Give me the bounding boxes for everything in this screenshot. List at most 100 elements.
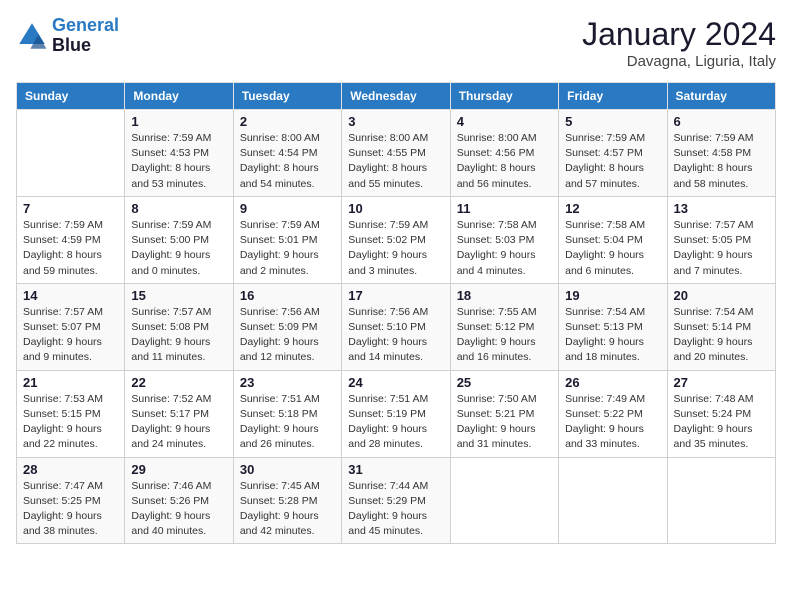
column-header-saturday: Saturday <box>667 83 775 110</box>
calendar-cell: 30 Sunrise: 7:45 AM Sunset: 5:28 PM Dayli… <box>233 457 341 544</box>
day-number: 4 <box>457 114 552 129</box>
day-info: Sunrise: 7:44 AM Sunset: 5:29 PM Dayligh… <box>348 479 443 540</box>
day-info: Sunrise: 7:59 AM Sunset: 4:59 PM Dayligh… <box>23 218 118 279</box>
day-number: 28 <box>23 462 118 477</box>
day-number: 12 <box>565 201 660 216</box>
calendar-cell: 10 Sunrise: 7:59 AM Sunset: 5:02 PM Dayli… <box>342 196 450 283</box>
calendar-cell: 23Sunrise: 7:51 AM Sunset: 5:18 PM Dayli… <box>233 370 341 457</box>
title-block: January 2024 Davagna, Liguria, Italy <box>582 16 776 70</box>
day-number: 16 <box>240 288 335 303</box>
day-number: 13 <box>674 201 769 216</box>
day-info: Sunrise: 7:59 AM Sunset: 5:01 PM Dayligh… <box>240 218 335 279</box>
week-row-0: 1Sunrise: 7:59 AM Sunset: 4:53 PM Daylig… <box>17 110 776 197</box>
day-number: 7 <box>23 201 118 216</box>
day-number: 17 <box>348 288 443 303</box>
calendar-cell: 18Sunrise: 7:55 AM Sunset: 5:12 PM Dayli… <box>450 283 558 370</box>
day-info: Sunrise: 7:48 AM Sunset: 5:24 PM Dayligh… <box>674 392 769 453</box>
header-row: SundayMondayTuesdayWednesdayThursdayFrid… <box>17 83 776 110</box>
day-info: Sunrise: 7:59 AM Sunset: 5:02 PM Dayligh… <box>348 218 443 279</box>
calendar-cell: 14Sunrise: 7:57 AM Sunset: 5:07 PM Dayli… <box>17 283 125 370</box>
day-info: Sunrise: 7:58 AM Sunset: 5:03 PM Dayligh… <box>457 218 552 279</box>
calendar-cell <box>450 457 558 544</box>
day-number: 30 <box>240 462 335 477</box>
day-number: 3 <box>348 114 443 129</box>
calendar-cell <box>559 457 667 544</box>
day-info: Sunrise: 7:59 AM Sunset: 4:57 PM Dayligh… <box>565 131 660 192</box>
column-header-sunday: Sunday <box>17 83 125 110</box>
calendar-cell: 22Sunrise: 7:52 AM Sunset: 5:17 PM Dayli… <box>125 370 233 457</box>
logo-text: General Blue <box>52 16 119 56</box>
calendar-cell: 11 Sunrise: 7:58 AM Sunset: 5:03 PM Dayli… <box>450 196 558 283</box>
calendar-cell: 3 Sunrise: 8:00 AM Sunset: 4:55 PM Daylig… <box>342 110 450 197</box>
day-number: 5 <box>565 114 660 129</box>
day-info: Sunrise: 7:58 AM Sunset: 5:04 PM Dayligh… <box>565 218 660 279</box>
day-number: 19 <box>565 288 660 303</box>
calendar-cell: 28Sunrise: 7:47 AM Sunset: 5:25 PM Dayli… <box>17 457 125 544</box>
calendar-header: SundayMondayTuesdayWednesdayThursdayFrid… <box>17 83 776 110</box>
calendar-cell: 7 Sunrise: 7:59 AM Sunset: 4:59 PM Daylig… <box>17 196 125 283</box>
day-info: Sunrise: 7:54 AM Sunset: 5:13 PM Dayligh… <box>565 305 660 366</box>
calendar-cell: 31Sunrise: 7:44 AM Sunset: 5:29 PM Dayli… <box>342 457 450 544</box>
calendar-cell: 20 Sunrise: 7:54 AM Sunset: 5:14 PM Dayli… <box>667 283 775 370</box>
day-info: Sunrise: 8:00 AM Sunset: 4:55 PM Dayligh… <box>348 131 443 192</box>
week-row-2: 14Sunrise: 7:57 AM Sunset: 5:07 PM Dayli… <box>17 283 776 370</box>
calendar-cell: 16Sunrise: 7:56 AM Sunset: 5:09 PM Dayli… <box>233 283 341 370</box>
month-year-title: January 2024 <box>582 16 776 53</box>
day-info: Sunrise: 7:59 AM Sunset: 4:53 PM Dayligh… <box>131 131 226 192</box>
calendar-body: 1Sunrise: 7:59 AM Sunset: 4:53 PM Daylig… <box>17 110 776 544</box>
day-info: Sunrise: 7:57 AM Sunset: 5:05 PM Dayligh… <box>674 218 769 279</box>
week-row-1: 7 Sunrise: 7:59 AM Sunset: 4:59 PM Daylig… <box>17 196 776 283</box>
day-info: Sunrise: 7:59 AM Sunset: 5:00 PM Dayligh… <box>131 218 226 279</box>
calendar-table: SundayMondayTuesdayWednesdayThursdayFrid… <box>16 82 776 544</box>
logo-icon <box>16 20 48 52</box>
day-number: 11 <box>457 201 552 216</box>
day-info: Sunrise: 7:50 AM Sunset: 5:21 PM Dayligh… <box>457 392 552 453</box>
day-number: 25 <box>457 375 552 390</box>
day-number: 9 <box>240 201 335 216</box>
day-info: Sunrise: 7:59 AM Sunset: 4:58 PM Dayligh… <box>674 131 769 192</box>
day-number: 10 <box>348 201 443 216</box>
day-number: 20 <box>674 288 769 303</box>
day-info: Sunrise: 8:00 AM Sunset: 4:56 PM Dayligh… <box>457 131 552 192</box>
day-info: Sunrise: 7:54 AM Sunset: 5:14 PM Dayligh… <box>674 305 769 366</box>
day-info: Sunrise: 7:52 AM Sunset: 5:17 PM Dayligh… <box>131 392 226 453</box>
calendar-cell: 5 Sunrise: 7:59 AM Sunset: 4:57 PM Daylig… <box>559 110 667 197</box>
calendar-cell <box>667 457 775 544</box>
calendar-cell: 24 Sunrise: 7:51 AM Sunset: 5:19 PM Dayli… <box>342 370 450 457</box>
calendar-cell: 13 Sunrise: 7:57 AM Sunset: 5:05 PM Dayli… <box>667 196 775 283</box>
day-info: Sunrise: 7:53 AM Sunset: 5:15 PM Dayligh… <box>23 392 118 453</box>
week-row-3: 21 Sunrise: 7:53 AM Sunset: 5:15 PM Dayli… <box>17 370 776 457</box>
day-number: 26 <box>565 375 660 390</box>
calendar-cell: 2 Sunrise: 8:00 AM Sunset: 4:54 PM Daylig… <box>233 110 341 197</box>
week-row-4: 28Sunrise: 7:47 AM Sunset: 5:25 PM Dayli… <box>17 457 776 544</box>
calendar-cell: 26Sunrise: 7:49 AM Sunset: 5:22 PM Dayli… <box>559 370 667 457</box>
calendar-cell: 21 Sunrise: 7:53 AM Sunset: 5:15 PM Dayli… <box>17 370 125 457</box>
day-info: Sunrise: 8:00 AM Sunset: 4:54 PM Dayligh… <box>240 131 335 192</box>
calendar-cell: 29 Sunrise: 7:46 AM Sunset: 5:26 PM Dayli… <box>125 457 233 544</box>
day-number: 29 <box>131 462 226 477</box>
page-header: General Blue January 2024 Davagna, Ligur… <box>16 16 776 70</box>
day-info: Sunrise: 7:57 AM Sunset: 5:08 PM Dayligh… <box>131 305 226 366</box>
calendar-cell: 6 Sunrise: 7:59 AM Sunset: 4:58 PM Daylig… <box>667 110 775 197</box>
day-number: 18 <box>457 288 552 303</box>
calendar-cell: 27Sunrise: 7:48 AM Sunset: 5:24 PM Dayli… <box>667 370 775 457</box>
calendar-cell: 17 Sunrise: 7:56 AM Sunset: 5:10 PM Dayli… <box>342 283 450 370</box>
column-header-monday: Monday <box>125 83 233 110</box>
day-info: Sunrise: 7:45 AM Sunset: 5:28 PM Dayligh… <box>240 479 335 540</box>
logo: General Blue <box>16 16 119 56</box>
day-number: 15 <box>131 288 226 303</box>
day-number: 21 <box>23 375 118 390</box>
day-number: 24 <box>348 375 443 390</box>
calendar-cell: 1Sunrise: 7:59 AM Sunset: 4:53 PM Daylig… <box>125 110 233 197</box>
day-number: 2 <box>240 114 335 129</box>
calendar-cell: 8Sunrise: 7:59 AM Sunset: 5:00 PM Daylig… <box>125 196 233 283</box>
column-header-thursday: Thursday <box>450 83 558 110</box>
day-info: Sunrise: 7:56 AM Sunset: 5:10 PM Dayligh… <box>348 305 443 366</box>
day-number: 23 <box>240 375 335 390</box>
day-info: Sunrise: 7:57 AM Sunset: 5:07 PM Dayligh… <box>23 305 118 366</box>
column-header-friday: Friday <box>559 83 667 110</box>
day-number: 6 <box>674 114 769 129</box>
column-header-wednesday: Wednesday <box>342 83 450 110</box>
day-info: Sunrise: 7:51 AM Sunset: 5:19 PM Dayligh… <box>348 392 443 453</box>
day-info: Sunrise: 7:46 AM Sunset: 5:26 PM Dayligh… <box>131 479 226 540</box>
